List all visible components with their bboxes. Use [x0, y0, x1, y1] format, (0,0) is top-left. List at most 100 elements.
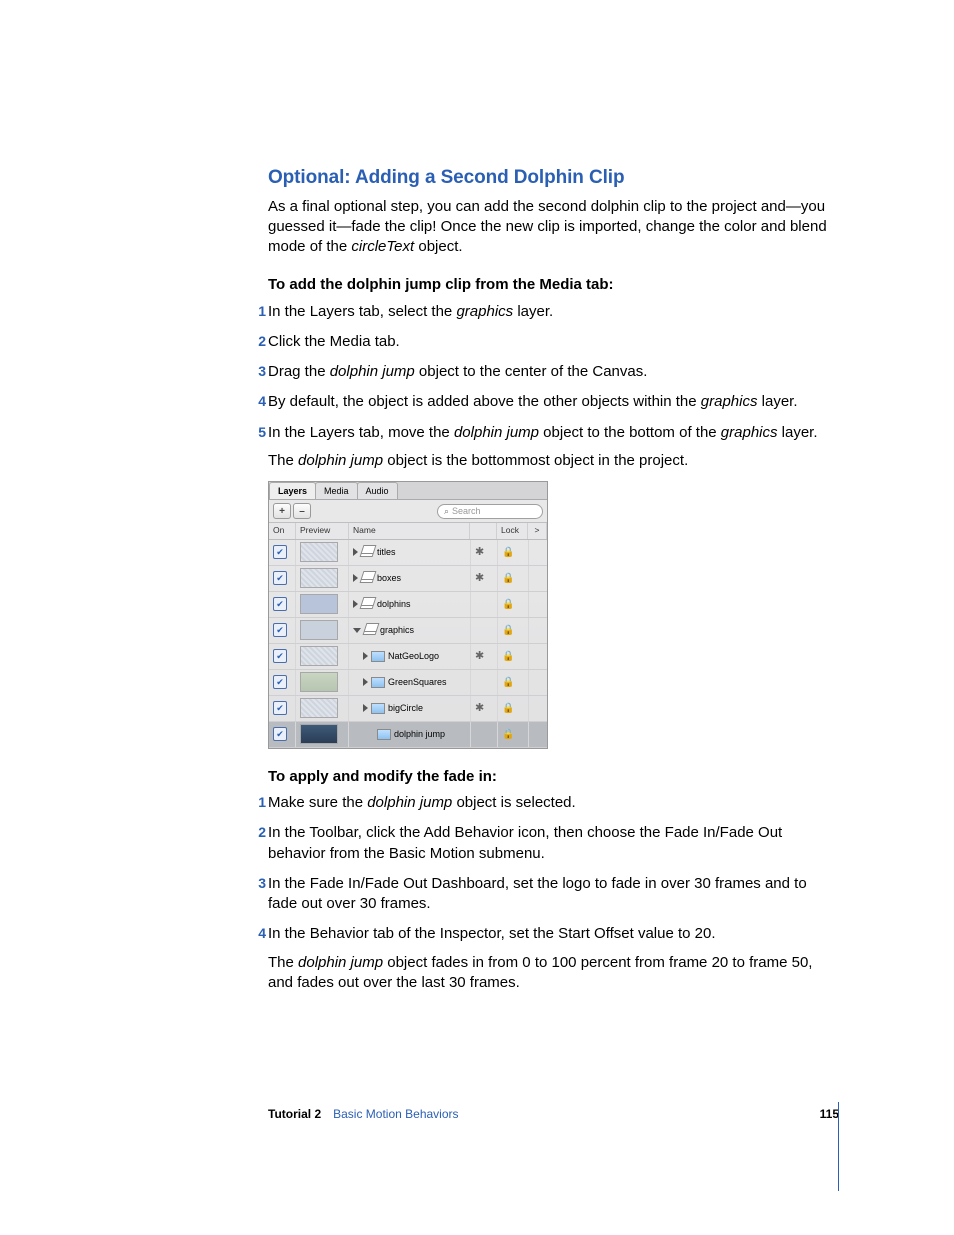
lock-icon[interactable]: 🔒 [502, 728, 514, 742]
layer-row[interactable]: titles ✱ 🔒 [269, 540, 547, 566]
text: layer. [778, 424, 818, 441]
footer-chapter: Basic Motion Behaviors [333, 1106, 458, 1122]
em: graphics [721, 424, 778, 441]
visibility-checkbox[interactable] [273, 675, 287, 689]
proc1-step-4: 4 By default, the object is added above … [268, 392, 839, 412]
group-icon [361, 599, 374, 609]
disclosure-triangle-icon[interactable] [363, 678, 368, 686]
lock-icon[interactable]: 🔒 [502, 546, 514, 560]
preview-thumbnail [300, 594, 338, 614]
text: Click the Media tab. [268, 332, 839, 352]
layers-panel: Layers Media Audio + – ⌕ Search On Previ… [268, 481, 548, 749]
proc2-step-3: 3 In the Fade In/Fade Out Dashboard, set… [268, 874, 839, 915]
tab-layers[interactable]: Layers [269, 482, 316, 499]
em: dolphin jump [298, 954, 383, 971]
text: object to the center of the Canvas. [415, 363, 648, 380]
lock-icon[interactable]: 🔒 [502, 598, 514, 612]
visibility-checkbox[interactable] [273, 597, 287, 611]
step-number: 3 [252, 362, 266, 381]
disclosure-triangle-icon[interactable] [353, 628, 361, 633]
disclosure-triangle-icon[interactable] [353, 600, 358, 608]
step-number: 5 [252, 423, 266, 442]
add-button[interactable]: + [273, 503, 291, 519]
text: In the Layers tab, select the [268, 303, 456, 320]
tab-audio[interactable]: Audio [357, 482, 398, 499]
effects-gear-icon[interactable]: ✱ [475, 571, 484, 586]
visibility-checkbox[interactable] [273, 727, 287, 741]
disclosure-triangle-icon[interactable] [353, 548, 358, 556]
step-number: 1 [252, 302, 266, 321]
tab-media[interactable]: Media [315, 482, 358, 499]
visibility-checkbox[interactable] [273, 623, 287, 637]
effects-gear-icon[interactable]: ✱ [475, 701, 484, 716]
layer-name: dolphins [377, 598, 411, 610]
lock-icon[interactable]: 🔒 [502, 624, 514, 638]
effects-gear-icon[interactable]: ✱ [475, 545, 484, 560]
intro-paragraph: As a final optional step, you can add th… [268, 197, 839, 258]
proc1-step-1: 1 In the Layers tab, select the graphics… [268, 302, 839, 322]
layer-name: GreenSquares [388, 676, 447, 688]
proc2-step-2: 2 In the Toolbar, click the Add Behavior… [268, 823, 839, 864]
col-preview[interactable]: Preview [296, 523, 349, 538]
group-icon [361, 547, 374, 557]
text: object is the bottommost object in the p… [383, 452, 688, 469]
layer-name: NatGeoLogo [388, 650, 439, 662]
proc1-step-3: 3 Drag the dolphin jump object to the ce… [268, 362, 839, 382]
visibility-checkbox[interactable] [273, 701, 287, 715]
em: graphics [456, 303, 513, 320]
col-on[interactable]: On [269, 523, 296, 538]
col-effects[interactable] [470, 523, 497, 538]
em: dolphin jump [454, 424, 539, 441]
visibility-checkbox[interactable] [273, 545, 287, 559]
text: In the Toolbar, click the Add Behavior i… [268, 823, 839, 864]
layer-row[interactable]: graphics🔒 [269, 618, 547, 644]
em: dolphin jump [298, 452, 383, 469]
effects-gear-icon[interactable]: ✱ [475, 649, 484, 664]
disclosure-triangle-icon[interactable] [353, 574, 358, 582]
layer-row[interactable]: dolphin jump🔒 [269, 722, 547, 748]
lock-icon[interactable]: 🔒 [502, 676, 514, 690]
lock-icon[interactable]: 🔒 [502, 650, 514, 664]
text: layer. [513, 303, 553, 320]
media-icon [371, 651, 385, 662]
footer-tutorial: Tutorial 2 [268, 1106, 321, 1122]
step-number: 1 [252, 793, 266, 812]
panel-toolbar: + – ⌕ Search [269, 500, 547, 523]
col-name[interactable]: Name [349, 523, 470, 538]
layer-row[interactable]: bigCircle ✱ 🔒 [269, 696, 547, 722]
media-icon [377, 729, 391, 740]
remove-button[interactable]: – [293, 503, 311, 519]
visibility-checkbox[interactable] [273, 649, 287, 663]
page-footer: Tutorial 2 Basic Motion Behaviors 115 [268, 1106, 839, 1122]
section-heading: Optional: Adding a Second Dolphin Clip [268, 165, 839, 191]
panel-tabs: Layers Media Audio [269, 482, 547, 500]
proc2-step-1: 1 Make sure the dolphin jump object is s… [268, 793, 839, 813]
lock-icon[interactable]: 🔒 [502, 702, 514, 716]
visibility-checkbox[interactable] [273, 571, 287, 585]
layer-name: bigCircle [388, 702, 423, 714]
proc1-step-2: 2 Click the Media tab. [268, 332, 839, 352]
group-icon [364, 625, 377, 635]
layer-row[interactable]: dolphins 🔒 [269, 592, 547, 618]
text: The [268, 452, 298, 469]
lock-icon[interactable]: 🔒 [502, 572, 514, 586]
intro-em: circleText [351, 238, 414, 255]
col-extra[interactable]: > [528, 523, 547, 538]
layer-row[interactable]: GreenSquares 🔒 [269, 670, 547, 696]
disclosure-triangle-icon[interactable] [363, 704, 368, 712]
procedure-2-heading: To apply and modify the fade in: [268, 767, 839, 787]
layer-row[interactable]: boxes✱🔒 [269, 566, 547, 592]
text: By default, the object is added above th… [268, 393, 701, 410]
text: Drag the [268, 363, 330, 380]
layer-row[interactable]: NatGeoLogo ✱ 🔒 [269, 644, 547, 670]
step-number: 4 [252, 392, 266, 411]
search-placeholder: Search [452, 505, 481, 517]
col-lock[interactable]: Lock [497, 523, 528, 538]
preview-thumbnail [300, 646, 338, 666]
step-number: 2 [252, 332, 266, 351]
preview-thumbnail [300, 724, 338, 744]
disclosure-triangle-icon[interactable] [363, 652, 368, 660]
column-headers: On Preview Name Lock > [269, 523, 547, 539]
search-field[interactable]: ⌕ Search [437, 504, 543, 519]
layer-name: titles [377, 546, 396, 558]
